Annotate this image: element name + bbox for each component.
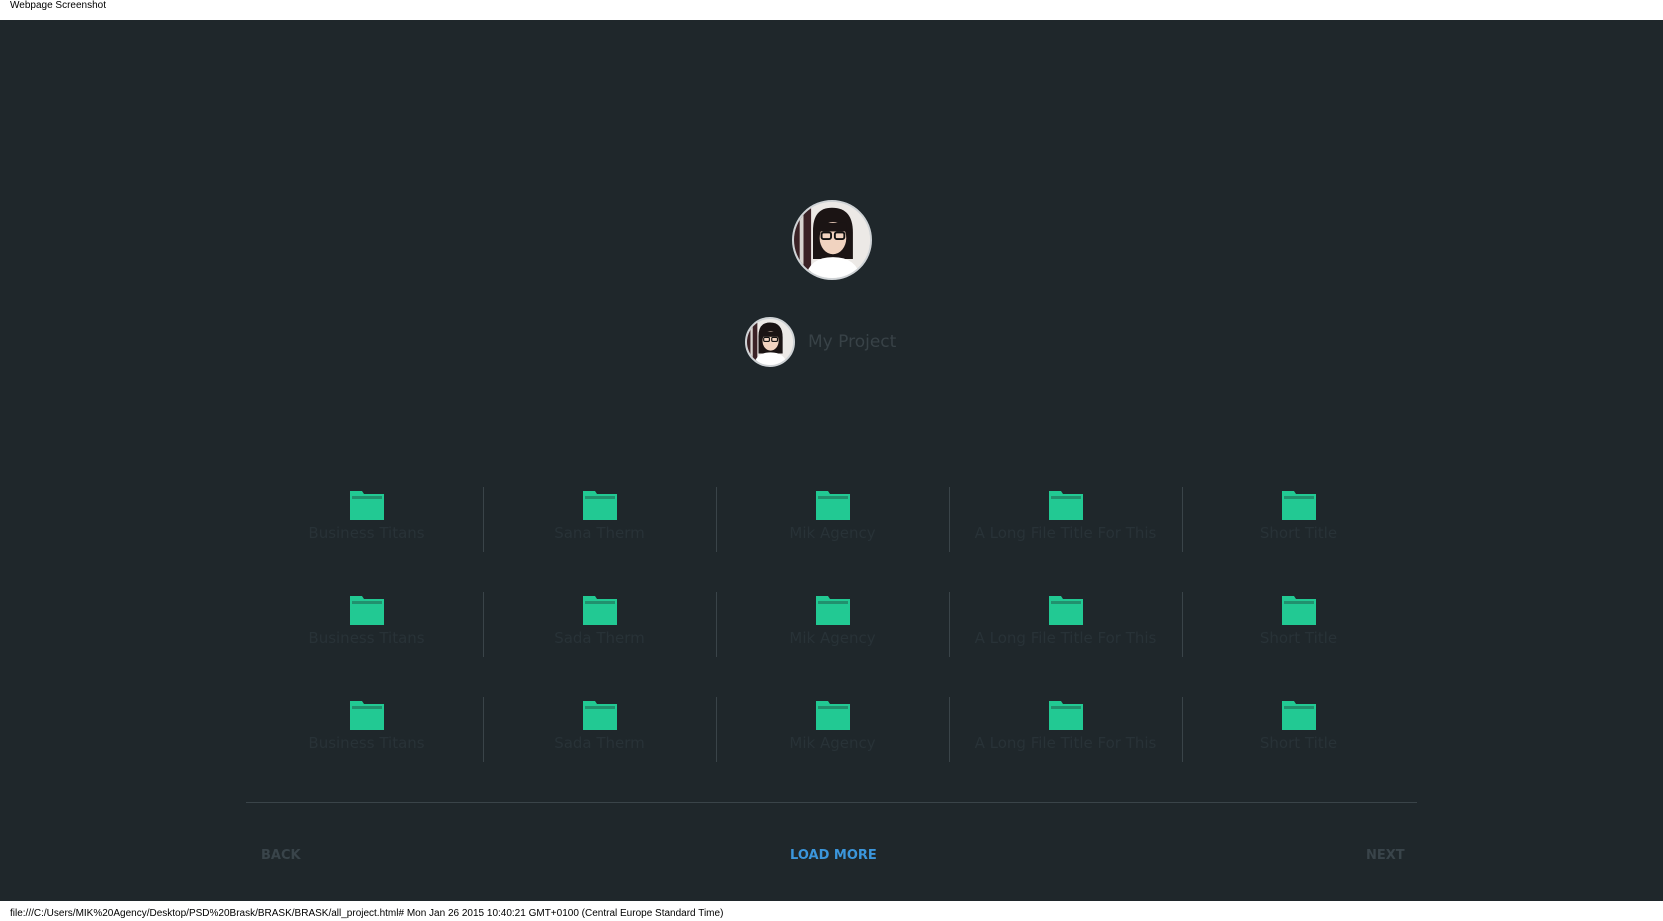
folder-item[interactable]: Sada Therm bbox=[483, 697, 716, 762]
folder-label: Short Title bbox=[1259, 524, 1338, 542]
folder-label: Mik Agency bbox=[789, 524, 876, 542]
folder-row: Business Titans Sada Therm Mik Agency A … bbox=[250, 592, 1415, 697]
folder-item[interactable]: Sada Therm bbox=[483, 592, 716, 657]
back-link[interactable]: BACK bbox=[261, 846, 301, 866]
avatar-portrait bbox=[747, 319, 793, 365]
pagination-divider bbox=[246, 802, 1417, 803]
print-footer: file:///C:/Users/MIK%20Agency/Desktop/PS… bbox=[0, 901, 1663, 921]
folder-icon bbox=[1048, 596, 1083, 625]
folder-icon bbox=[1281, 491, 1316, 520]
folder-item[interactable]: Business Titans bbox=[250, 592, 483, 657]
print-header-title: Webpage Screenshot bbox=[10, 0, 106, 11]
folder-item[interactable]: Short Title bbox=[1182, 592, 1415, 657]
project-avatar-small[interactable] bbox=[745, 317, 795, 367]
folder-item[interactable]: A Long File Title For This bbox=[949, 697, 1182, 762]
folder-label: A Long File Title For This bbox=[974, 524, 1157, 542]
folder-item[interactable]: Business Titans bbox=[250, 697, 483, 762]
folder-icon bbox=[815, 701, 850, 730]
folder-label: A Long File Title For This bbox=[974, 734, 1157, 752]
folder-label: Business Titans bbox=[308, 524, 425, 542]
folder-item[interactable]: A Long File Title For This bbox=[949, 592, 1182, 657]
folder-label: Mik Agency bbox=[789, 629, 876, 647]
print-header: Webpage Screenshot bbox=[0, 0, 1663, 20]
folder-label: Short Title bbox=[1259, 734, 1338, 752]
print-footer-url: file:///C:/Users/MIK%20Agency/Desktop/PS… bbox=[10, 908, 724, 919]
folder-icon bbox=[582, 596, 617, 625]
profile-avatar-large[interactable] bbox=[792, 200, 872, 280]
folder-item[interactable]: Business Titans bbox=[250, 487, 483, 552]
folder-label: Mik Agency bbox=[789, 734, 876, 752]
folder-item[interactable]: Mik Agency bbox=[716, 697, 949, 762]
folder-icon bbox=[1281, 596, 1316, 625]
folder-row: Business Titans Sana Therm Mik Agency A … bbox=[250, 487, 1415, 592]
folder-item[interactable]: Mik Agency bbox=[716, 487, 949, 552]
project-title: My Project bbox=[808, 332, 897, 352]
avatar-portrait bbox=[794, 202, 870, 278]
folder-icon bbox=[815, 491, 850, 520]
page: My Project Business Titans Sana Therm Mi… bbox=[0, 20, 1663, 901]
folder-label: Business Titans bbox=[308, 629, 425, 647]
folder-label: Sana Therm bbox=[554, 524, 645, 542]
next-link[interactable]: NEXT bbox=[1366, 846, 1405, 866]
folder-item[interactable]: Short Title bbox=[1182, 487, 1415, 552]
folder-icon bbox=[1048, 491, 1083, 520]
folder-icon bbox=[349, 596, 384, 625]
folder-item[interactable]: Short Title bbox=[1182, 697, 1415, 762]
folder-icon bbox=[349, 701, 384, 730]
folder-icon bbox=[582, 701, 617, 730]
folder-item[interactable]: A Long File Title For This bbox=[949, 487, 1182, 552]
folder-label: Sada Therm bbox=[554, 734, 645, 752]
folder-row: Business Titans Sada Therm Mik Agency A … bbox=[250, 697, 1415, 802]
folder-icon bbox=[1281, 701, 1316, 730]
folder-icon bbox=[349, 491, 384, 520]
load-more-button[interactable]: LOAD MORE bbox=[790, 846, 877, 866]
folder-label: Short Title bbox=[1259, 629, 1338, 647]
folder-label: A Long File Title For This bbox=[974, 629, 1157, 647]
folder-icon bbox=[1048, 701, 1083, 730]
folder-item[interactable]: Mik Agency bbox=[716, 592, 949, 657]
folder-label: Sada Therm bbox=[554, 629, 645, 647]
folder-label: Business Titans bbox=[308, 734, 425, 752]
folder-item[interactable]: Sana Therm bbox=[483, 487, 716, 552]
folder-icon bbox=[815, 596, 850, 625]
folder-icon bbox=[582, 491, 617, 520]
folder-grid: Business Titans Sana Therm Mik Agency A … bbox=[250, 487, 1415, 802]
